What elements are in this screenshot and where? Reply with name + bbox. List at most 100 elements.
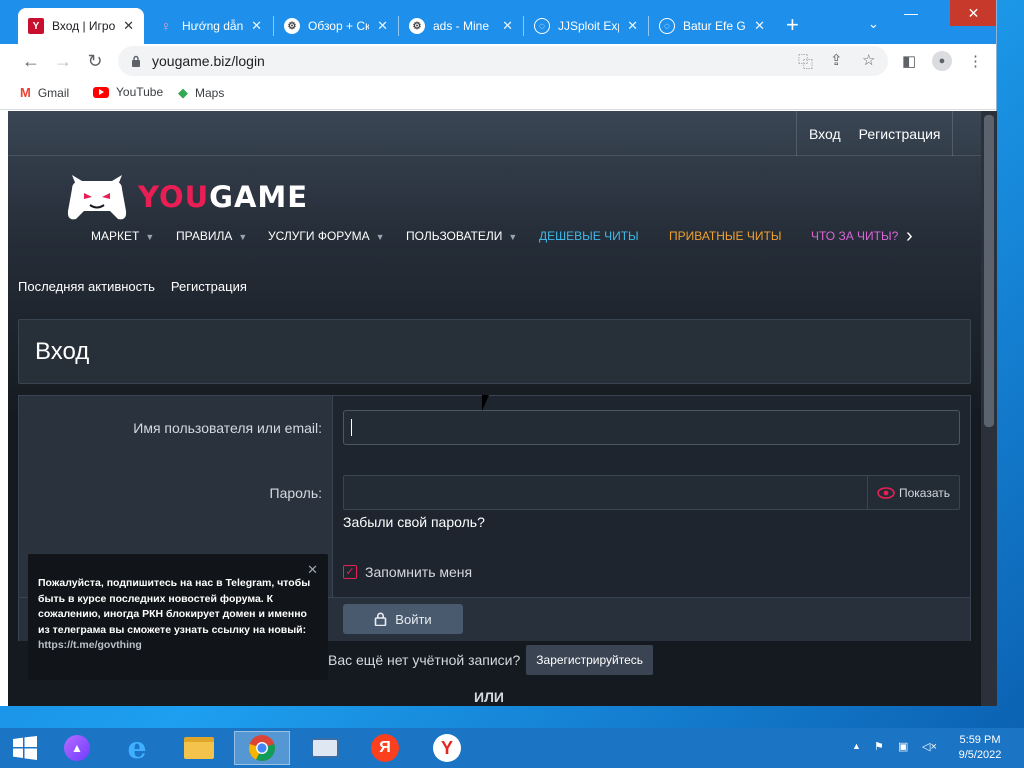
bookmark-youtube[interactable]: YouTube: [93, 85, 163, 99]
back-arrow-icon[interactable]: ←: [20, 50, 42, 72]
nav-cheap-cheats[interactable]: ДЕШЕВЫЕ ЧИТЫ: [539, 229, 639, 243]
profile-avatar-icon[interactable]: ●: [932, 51, 952, 71]
telegram-popup-text: Пожалуйста, подпишитесь на нас в Telegra…: [38, 576, 316, 654]
telegram-popup: ✕ Пожалуйста, подпишитесь на нас в Teleg…: [28, 554, 328, 680]
bookmark-maps[interactable]: ◆ Maps: [178, 85, 224, 101]
close-icon[interactable]: ✕: [627, 18, 638, 34]
close-icon[interactable]: ✕: [754, 18, 765, 34]
nav-label: ПРАВИЛА: [176, 229, 233, 243]
tab-huong-dan[interactable]: ♀ Hướng dẫn ✕: [148, 8, 272, 44]
reload-icon[interactable]: ↻: [84, 50, 106, 72]
menu-kebab-icon[interactable]: ⋮: [968, 52, 983, 70]
subnav-recent-activity[interactable]: Последняя активность: [18, 279, 155, 294]
internet-explorer-icon[interactable]: e: [114, 731, 160, 766]
address-bar[interactable]: yougame.biz/login: [118, 46, 888, 76]
login-submit-button[interactable]: Войти: [343, 604, 463, 634]
checkbox-checked-icon: ✓: [343, 565, 357, 579]
start-button[interactable]: [2, 731, 48, 765]
share-icon[interactable]: ⇪: [830, 51, 843, 69]
close-icon[interactable]: ✕: [251, 18, 262, 34]
scrollbar-thumb[interactable]: [984, 115, 994, 427]
gamepad-logo-icon: [67, 175, 127, 220]
yandex-app-icon[interactable]: Я: [362, 731, 408, 765]
tab-label: JJSploit Exp: [558, 19, 620, 33]
nav-label: ПРИВАТНЫЕ ЧИТЫ: [669, 229, 782, 243]
nav-services[interactable]: УСЛУГИ ФОРУМА ▼: [268, 229, 385, 243]
popup-message: Пожалуйста, подпишитесь на нас в Telegra…: [38, 577, 311, 636]
login-submit-label: Войти: [395, 611, 432, 627]
nav-private-cheats[interactable]: ПРИВАТНЫЕ ЧИТЫ: [669, 229, 781, 243]
alice-app-icon[interactable]: ▲: [54, 731, 100, 765]
chevron-down-icon: ▼: [145, 232, 155, 242]
tab-obzor[interactable]: ⚙ Обзор + Ск ✕: [274, 8, 398, 44]
remember-me-label: Запомнить меня: [365, 564, 473, 580]
bookmark-label: Gmail: [37, 85, 70, 100]
new-tab-button[interactable]: +: [786, 14, 799, 36]
no-account-text: Вас ещё нет учётной записи?: [328, 652, 521, 668]
main-nav: МАРКЕТ ▼ ПРАВИЛА ▼ УСЛУГИ ФОРУМА ▼ ПОЛЬЗОВА…: [8, 225, 981, 248]
heart-icon: ♀: [160, 18, 172, 34]
taskbar: ▲ e Я Y ▲ ⚑ ▣ ◁× 5:59 PM 9/5/2022: [0, 728, 1024, 768]
topbar-login-link[interactable]: Вход: [809, 126, 841, 142]
site-logo[interactable]: YOUGAME: [66, 171, 308, 223]
subnav-register[interactable]: Регистрация: [171, 279, 247, 294]
chevron-right-icon[interactable]: ›: [906, 225, 913, 248]
action-center-flag-icon[interactable]: ⚑: [874, 740, 884, 753]
toolbar: ← → ↻ yougame.biz/login ⿻ ⇪ ☆ ◧ ● ⋮: [0, 44, 996, 78]
side-panel-icon[interactable]: ◧: [902, 52, 916, 70]
tab-batur[interactable]: ◌ Batur Efe G ✕: [649, 8, 775, 44]
close-icon[interactable]: ✕: [377, 18, 388, 34]
show-password-button[interactable]: Показать: [867, 476, 959, 509]
minimize-button[interactable]: —: [896, 0, 926, 26]
network-icon[interactable]: ▣: [898, 740, 908, 753]
nav-users[interactable]: ПОЛЬЗОВАТЕЛИ ▼: [406, 229, 517, 243]
nav-rules[interactable]: ПРАВИЛА ▼: [176, 229, 247, 243]
nav-market[interactable]: МАРКЕТ ▼: [91, 229, 154, 243]
tab-search-icon[interactable]: ⌄: [868, 16, 879, 32]
close-icon[interactable]: ✕: [123, 18, 134, 34]
yandex-browser-icon[interactable]: Y: [424, 731, 470, 765]
close-icon[interactable]: ✕: [307, 562, 318, 578]
mouse-cursor-icon: [482, 395, 496, 411]
system-clock[interactable]: 5:59 PM 9/5/2022: [950, 733, 1010, 763]
telegram-link[interactable]: https://t.me/govthing: [38, 639, 142, 651]
close-window-button[interactable]: ✕: [950, 0, 996, 26]
forward-arrow-icon[interactable]: →: [52, 50, 74, 72]
nav-label: УСЛУГИ ФОРУМА: [268, 229, 370, 243]
remember-me-checkbox[interactable]: ✓ Запомнить меня: [343, 564, 472, 580]
tab-ads[interactable]: ⚙ ads - Mine ✕: [399, 8, 523, 44]
tab-yougame[interactable]: Y Вход | Игро ✕: [18, 8, 144, 44]
page-title-box: Вход: [18, 319, 971, 384]
bookmark-gmail[interactable]: M Gmail: [20, 85, 69, 100]
show-hidden-icons-icon[interactable]: ▲: [852, 741, 861, 751]
tab-label: ads - Mine: [433, 19, 490, 33]
url-text: yougame.biz/login: [152, 53, 265, 69]
password-input[interactable]: Показать: [343, 475, 960, 510]
forgot-password-link[interactable]: Забыли свой пароль?: [343, 514, 485, 530]
globe-icon: ◌: [534, 18, 550, 34]
chevron-down-icon: ▼: [375, 232, 385, 242]
file-explorer-icon[interactable]: [176, 731, 222, 765]
bookmark-star-icon[interactable]: ☆: [862, 51, 875, 69]
tab-label: Вход | Игро: [52, 19, 116, 33]
page-scrollbar[interactable]: [981, 111, 997, 706]
clock-time: 5:59 PM: [959, 734, 1001, 746]
clock-date: 9/5/2022: [958, 749, 1002, 761]
nav-what-cheats[interactable]: ЧТО ЗА ЧИТЫ?: [811, 229, 898, 243]
bookmark-label: Maps: [195, 86, 225, 100]
windows-logo-icon: [13, 736, 37, 760]
yandex-favicon-icon: Y: [28, 18, 44, 34]
username-label: Имя пользователя или email:: [133, 420, 322, 436]
translate-icon[interactable]: ⿻: [798, 51, 813, 72]
nav-label: ПОЛЬЗОВАТЕЛИ: [406, 229, 503, 243]
globe-icon: ◌: [659, 18, 675, 34]
close-icon[interactable]: ✕: [502, 18, 513, 34]
topbar-register-link[interactable]: Регистрация: [859, 126, 941, 142]
chrome-taskbar-icon[interactable]: [234, 731, 290, 765]
tab-jjsploit[interactable]: ◌ JJSploit Exp ✕: [524, 8, 648, 44]
volume-muted-icon[interactable]: ◁×: [922, 740, 937, 753]
messenger-app-icon[interactable]: [302, 731, 348, 765]
register-button[interactable]: Зарегистрируйтесь: [526, 645, 654, 675]
username-input[interactable]: [343, 410, 960, 445]
gmail-icon: M: [20, 85, 31, 100]
